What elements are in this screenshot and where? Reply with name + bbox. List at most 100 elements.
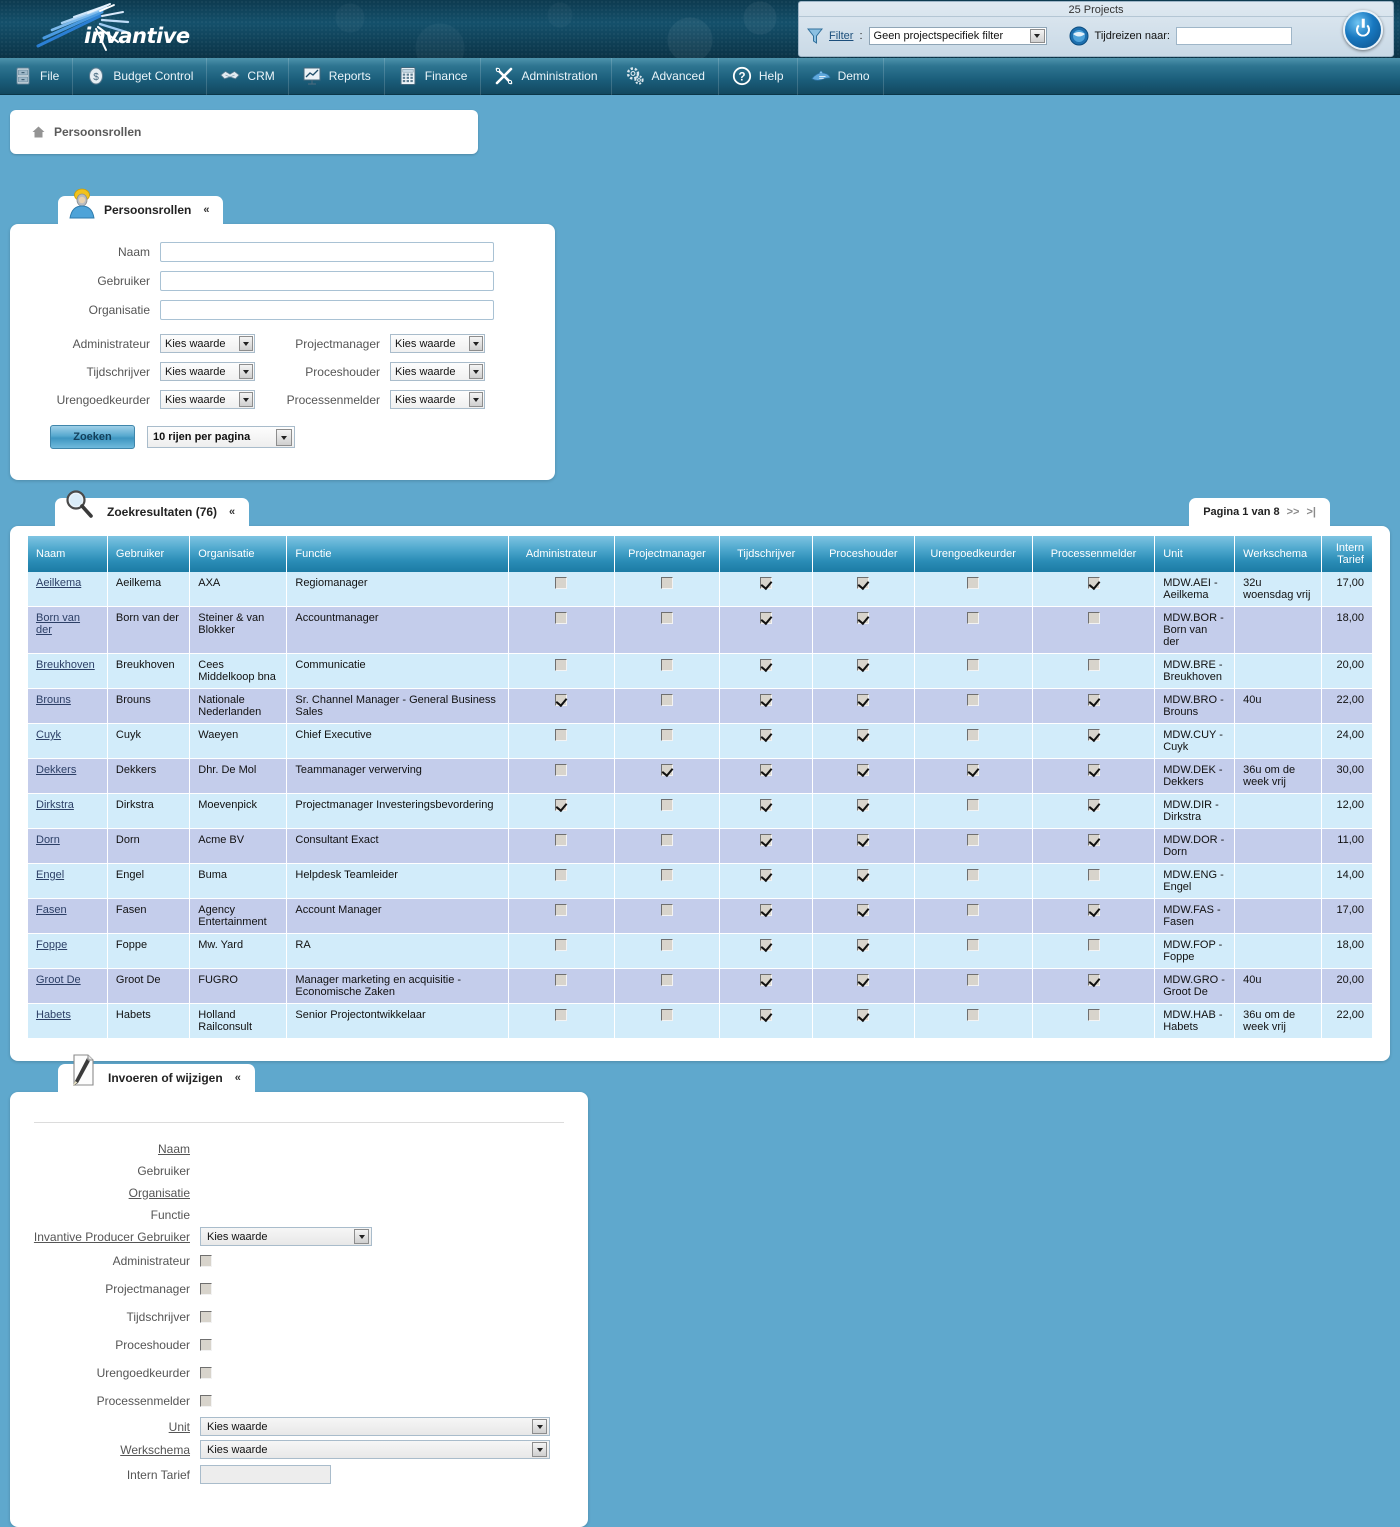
proceshouder-checkbox[interactable]	[857, 659, 870, 672]
row-detail-link[interactable]: Brouns	[36, 694, 71, 706]
collapse-chevron-icon[interactable]: «	[203, 204, 209, 216]
col-unit[interactable]: Unit	[1154, 536, 1236, 572]
processenmelder-checkbox[interactable]	[1087, 869, 1100, 882]
logout-power-button[interactable]	[1343, 10, 1383, 50]
proceshouder-checkbox[interactable]	[857, 1009, 870, 1022]
collapse-chevron-icon[interactable]: «	[229, 506, 235, 518]
tijdschrijver-select[interactable]: Kies waarde	[160, 362, 255, 381]
tijdschrijver-checkbox[interactable]	[760, 729, 773, 742]
proceshouder-checkbox[interactable]	[857, 904, 870, 917]
processenmelder-checkbox[interactable]	[1087, 729, 1100, 742]
urengoedkeurder-checkbox[interactable]	[967, 577, 980, 590]
menu-item-finance[interactable]: Finance	[385, 57, 482, 95]
projectmanager-checkbox[interactable]	[660, 939, 673, 952]
proceshouder-checkbox[interactable]	[857, 764, 870, 777]
edit-proceshouder-checkbox[interactable]	[200, 1338, 212, 1351]
processenmelder-checkbox[interactable]	[1087, 612, 1100, 625]
proceshouder-checkbox[interactable]	[857, 577, 870, 590]
proceshouder-checkbox[interactable]	[857, 729, 870, 742]
row-detail-link[interactable]: Dirkstra	[36, 799, 74, 811]
row-detail-link[interactable]: Breukhoven	[36, 659, 95, 671]
edit-producer-label[interactable]: Invantive Producer Gebruiker	[10, 1230, 200, 1244]
tijdschrijver-checkbox[interactable]	[760, 1009, 773, 1022]
administrateur-checkbox[interactable]	[555, 612, 568, 625]
edit-unit-label[interactable]: Unit	[10, 1420, 200, 1434]
urengoedkeurder-checkbox[interactable]	[967, 1009, 980, 1022]
proceshouder-checkbox[interactable]	[857, 834, 870, 847]
projectmanager-checkbox[interactable]	[660, 974, 673, 987]
edit-panel-tab[interactable]: Invoeren of wijzigen «	[58, 1054, 255, 1092]
projectmanager-checkbox[interactable]	[660, 764, 673, 777]
rows-per-page-select[interactable]: 10 rijen per pagina	[147, 426, 295, 448]
row-detail-link[interactable]: Dorn	[36, 834, 60, 846]
project-filter-select[interactable]: Geen projectspecifiek filter	[868, 27, 1047, 45]
processenmelder-checkbox[interactable]	[1087, 694, 1100, 707]
projectmanager-checkbox[interactable]	[660, 612, 673, 625]
col-werkschema[interactable]: Werkschema	[1234, 536, 1322, 572]
search-panel-tab[interactable]: Persoonsrollen «	[58, 188, 224, 224]
processenmelder-checkbox[interactable]	[1087, 799, 1100, 812]
proceshouder-checkbox[interactable]	[857, 939, 870, 952]
urengoedkeurder-checkbox[interactable]	[967, 834, 980, 847]
edit-urengoedkeurder-checkbox[interactable]	[200, 1366, 212, 1379]
projectmanager-checkbox[interactable]	[660, 694, 673, 707]
proceshouder-checkbox[interactable]	[857, 612, 870, 625]
tijdschrijver-checkbox[interactable]	[760, 834, 773, 847]
administrateur-checkbox[interactable]	[555, 659, 568, 672]
menu-item-help[interactable]: ? Help	[719, 57, 798, 95]
menu-item-file[interactable]: File	[0, 57, 74, 95]
menu-item-crm[interactable]: CRM	[207, 57, 289, 95]
proceshouder-checkbox[interactable]	[857, 694, 870, 707]
last-page-button[interactable]: >|	[1306, 506, 1316, 518]
search-button[interactable]: Zoeken	[50, 425, 135, 449]
menu-item-reports[interactable]: Reports	[289, 57, 385, 95]
app-logo[interactable]: invantive	[28, 2, 190, 58]
tijdschrijver-checkbox[interactable]	[760, 577, 773, 590]
edit-tijdschrijver-checkbox[interactable]	[200, 1310, 212, 1323]
edit-unit-select[interactable]: Kies waarde	[200, 1417, 550, 1436]
edit-administrateur-checkbox[interactable]	[200, 1254, 212, 1267]
col-processenmelder[interactable]: Processenmelder	[1032, 536, 1156, 572]
col-administrateur[interactable]: Administrateur	[508, 536, 615, 572]
menu-item-budget-control[interactable]: $ Budget Control	[73, 57, 208, 95]
urengoedkeurder-checkbox[interactable]	[967, 904, 980, 917]
projectmanager-checkbox[interactable]	[660, 1009, 673, 1022]
col-naam[interactable]: Naam	[28, 536, 108, 572]
proceshouder-select[interactable]: Kies waarde	[390, 362, 485, 381]
urengoedkeurder-checkbox[interactable]	[967, 612, 980, 625]
processenmelder-checkbox[interactable]	[1087, 577, 1100, 590]
administrateur-checkbox[interactable]	[555, 869, 568, 882]
row-detail-link[interactable]: Aeilkema	[36, 577, 81, 589]
processenmelder-select[interactable]: Kies waarde	[390, 390, 485, 409]
row-detail-link[interactable]: Fasen	[36, 904, 67, 916]
tijdschrijver-checkbox[interactable]	[760, 799, 773, 812]
projectmanager-checkbox[interactable]	[660, 577, 673, 590]
col-urengoedkeurder[interactable]: Urengoedkeurder	[914, 536, 1033, 572]
edit-tarief-input[interactable]	[200, 1465, 331, 1484]
tijdschrijver-checkbox[interactable]	[760, 764, 773, 777]
col-intern-tarief[interactable]: Intern Tarief	[1321, 536, 1372, 572]
urengoedkeurder-select[interactable]: Kies waarde	[160, 390, 255, 409]
row-detail-link[interactable]: Habets	[36, 1009, 71, 1021]
edit-projectmanager-checkbox[interactable]	[200, 1282, 212, 1295]
processenmelder-checkbox[interactable]	[1087, 974, 1100, 987]
tijdschrijver-checkbox[interactable]	[760, 869, 773, 882]
breadcrumb[interactable]: Persoonsrollen	[10, 110, 478, 154]
administrateur-checkbox[interactable]	[555, 764, 568, 777]
projectmanager-checkbox[interactable]	[660, 904, 673, 917]
processenmelder-checkbox[interactable]	[1087, 834, 1100, 847]
row-detail-link[interactable]: Cuyk	[36, 729, 61, 741]
processenmelder-checkbox[interactable]	[1087, 764, 1100, 777]
col-tijdschrijver[interactable]: Tijdschrijver	[719, 536, 814, 572]
administrateur-checkbox[interactable]	[555, 1009, 568, 1022]
gebruiker-input[interactable]	[160, 271, 494, 291]
naam-input[interactable]	[160, 242, 494, 262]
urengoedkeurder-checkbox[interactable]	[967, 974, 980, 987]
edit-werkschema-select[interactable]: Kies waarde	[200, 1440, 550, 1459]
projectmanager-checkbox[interactable]	[660, 659, 673, 672]
processenmelder-checkbox[interactable]	[1087, 939, 1100, 952]
tijdschrijver-checkbox[interactable]	[760, 974, 773, 987]
edit-processenmelder-checkbox[interactable]	[200, 1394, 212, 1407]
processenmelder-checkbox[interactable]	[1087, 904, 1100, 917]
projectmanager-checkbox[interactable]	[660, 834, 673, 847]
